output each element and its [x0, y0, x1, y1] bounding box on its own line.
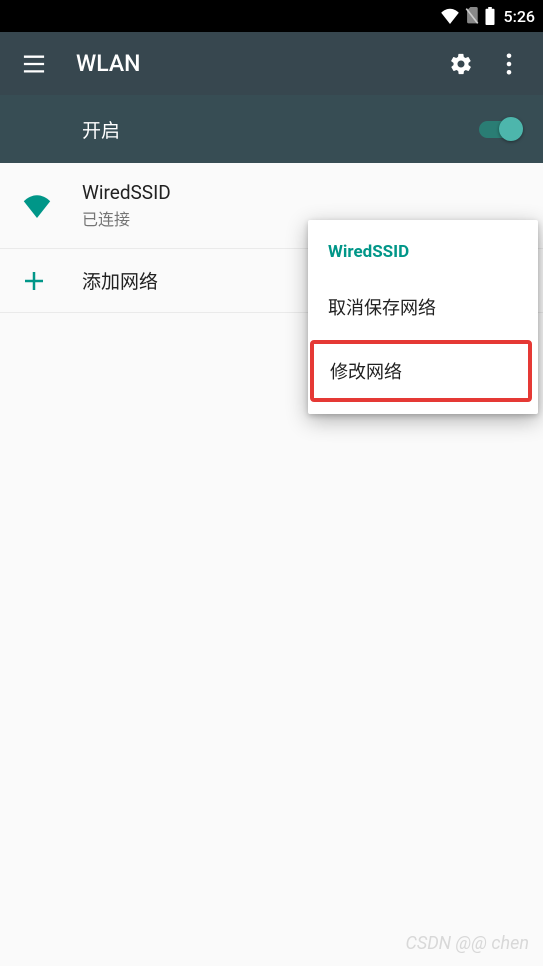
plus-icon: [22, 269, 62, 293]
toggle-label: 开启: [82, 116, 120, 143]
settings-button[interactable]: [437, 40, 485, 88]
network-ssid: WiredSSID: [82, 181, 521, 204]
status-bar: 5:26: [0, 0, 543, 32]
wifi-icon: [440, 8, 460, 24]
hamburger-icon: [23, 55, 45, 73]
wifi-master-toggle-row[interactable]: 开启: [0, 95, 543, 163]
popup-title: WiredSSID: [308, 230, 538, 276]
network-context-menu: WiredSSID 取消保存网络 修改网络: [308, 220, 538, 414]
status-time: 5:26: [504, 7, 536, 26]
menu-button[interactable]: [10, 40, 58, 88]
app-bar: WLAN: [0, 32, 543, 95]
menu-modify-network[interactable]: 修改网络: [310, 340, 532, 402]
more-options-button[interactable]: [485, 40, 533, 88]
wifi-signal-icon: [22, 194, 62, 218]
page-title: WLAN: [76, 50, 437, 77]
switch-thumb: [499, 117, 523, 141]
gear-icon: [449, 52, 473, 76]
more-vert-icon: [506, 53, 512, 75]
menu-forget-network[interactable]: 取消保存网络: [308, 276, 538, 338]
watermark: CSDN @@ chen: [405, 933, 529, 954]
wifi-switch[interactable]: [477, 119, 521, 139]
battery-icon: [484, 7, 496, 25]
no-sim-icon: [464, 7, 480, 25]
